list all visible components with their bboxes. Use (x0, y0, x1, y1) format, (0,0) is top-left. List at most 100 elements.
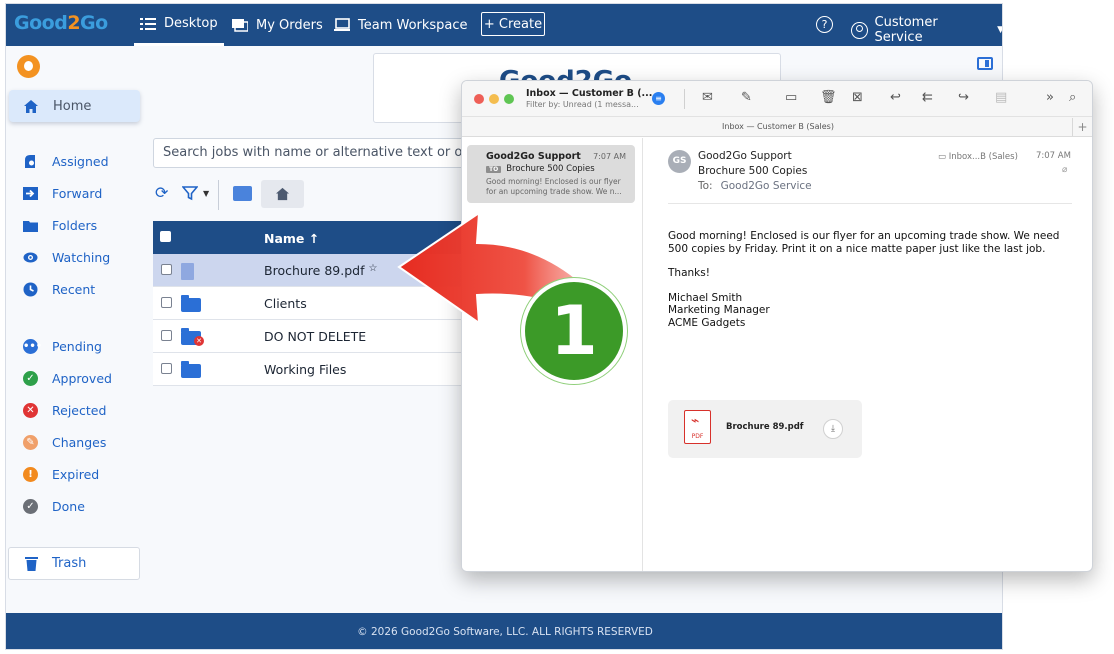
toolbar-divider (218, 180, 219, 210)
pane-title: Inbox — Customer B (Sales) (462, 117, 1092, 137)
trash-icon[interactable]: 🗑 (820, 91, 837, 105)
more-icon[interactable]: » (1046, 91, 1054, 105)
star-icon[interactable]: ☆ (368, 263, 377, 274)
row-checkbox[interactable] (161, 330, 172, 341)
good2go-logo[interactable]: Good2Go (14, 12, 108, 34)
nav-desktop[interactable]: Desktop (134, 4, 224, 46)
list-item-subject: TO Brochure 500 Copies (486, 164, 595, 174)
junk-icon[interactable]: ⊠ (852, 91, 863, 105)
signature-line: Marketing Manager (668, 304, 770, 316)
row-name[interactable]: Brochure 89.pdf ☆ (264, 263, 377, 278)
sidebar-item-watching[interactable]: Watching (23, 248, 110, 266)
nav-team-workspace[interactable]: Team Workspace (334, 4, 468, 46)
chevron-down-icon: ▼ (997, 25, 1002, 35)
sidebar-item-assigned[interactable]: Assigned (23, 152, 109, 170)
minimize-window-button[interactable] (489, 94, 499, 104)
filter-icon[interactable]: ≡ (652, 92, 665, 105)
sidebar-item-rejected[interactable]: ✕ Rejected (23, 401, 106, 419)
select-all-checkbox[interactable] (160, 231, 171, 242)
message-recipient: To: Good2Go Service (698, 180, 812, 192)
sidebar-item-approved[interactable]: ✓ Approved (23, 369, 112, 387)
sidebar-item-pending[interactable]: ••• Pending (23, 337, 102, 355)
new-tab-button[interactable]: + (1072, 118, 1092, 136)
sidebar-item-trash[interactable]: Trash (8, 547, 140, 580)
sidebar-item-label: Rejected (52, 402, 107, 418)
pdf-icon: PDF (684, 410, 711, 444)
message-sender[interactable]: Good2Go Support (698, 150, 792, 162)
search-icon[interactable]: ⌕ (1069, 91, 1076, 105)
chevron-down-icon[interactable]: ▼ (203, 189, 209, 198)
folder-nav-icon[interactable] (233, 186, 252, 201)
create-button[interactable]: + Create (481, 12, 545, 36)
envelope-icon[interactable]: ✉ (702, 91, 713, 105)
sidebar-item-label: Assigned (52, 153, 109, 169)
row-checkbox[interactable] (161, 363, 172, 374)
message-mailbox: ▭ Inbox...B (Sales) (938, 152, 1018, 162)
home-icon (24, 99, 38, 113)
home-icon (275, 187, 290, 201)
sidebar-item-home-label: Home (53, 98, 92, 114)
row-name[interactable]: DO NOT DELETE (264, 329, 366, 344)
refresh-icon[interactable]: ⟳ (155, 185, 171, 201)
sidebar-item-forward[interactable]: Forward (23, 184, 102, 202)
forward-icon[interactable]: ↪ (958, 91, 969, 105)
reply-icon[interactable]: ↩ (890, 91, 901, 105)
attachment-card[interactable]: PDF Brochure 89.pdf ⤓ (668, 400, 862, 458)
row-name[interactable]: Clients (264, 296, 307, 311)
home-folder-button[interactable] (261, 180, 304, 208)
archive-icon[interactable]: ▭ (785, 91, 797, 105)
alert-icon: ! (23, 466, 38, 482)
message-subject: Brochure 500 Copies (698, 165, 808, 177)
sidebar-item-done[interactable]: ✓ Done (23, 497, 85, 515)
message-reader: GS Good2Go Support Brochure 500 Copies T… (644, 138, 1092, 571)
close-window-button[interactable] (474, 94, 484, 104)
forward-icon (23, 186, 38, 200)
sidebar-item-label: Changes (52, 434, 107, 450)
sidebar-item-changes[interactable]: ✎ Changes (23, 433, 106, 451)
mailbox-title: Inbox — Customer B (... (526, 88, 653, 99)
row-checkbox[interactable] (161, 264, 172, 275)
attachment-name: Brochure 89.pdf (726, 422, 804, 432)
workspace-icon (334, 18, 350, 31)
sidebar-item-label: Approved (52, 370, 112, 386)
nav-my-orders-label: My Orders (256, 17, 323, 33)
download-icon[interactable]: ⤓ (823, 419, 843, 439)
folder-icon (181, 361, 201, 378)
top-navigation-bar: Good2Go Desktop My Orders Team Workspace… (6, 4, 1002, 46)
sidebar-item-folders[interactable]: Folders (23, 216, 97, 234)
toolbar-divider (684, 89, 685, 109)
step-number-badge: 1 (521, 278, 627, 384)
panel-toggle-icon[interactable] (977, 57, 993, 70)
reply-all-icon[interactable]: ⇇ (922, 91, 933, 105)
body-paragraph: Thanks! (668, 267, 710, 279)
sender-avatar: GS (668, 150, 691, 173)
user-menu[interactable]: Customer Service ▼ (851, 15, 1002, 45)
help-icon[interactable]: ? (816, 16, 833, 33)
compose-icon[interactable]: ✎ (741, 91, 752, 105)
name-column-header[interactable]: Name ↑ (264, 231, 319, 246)
row-checkbox[interactable] (161, 297, 172, 308)
trash-icon (25, 557, 38, 571)
orders-icon (232, 19, 248, 32)
assigned-icon (25, 154, 35, 168)
header-divider (668, 203, 1072, 204)
body-paragraph: Good morning! Enclosed is our flyer for … (668, 230, 1060, 255)
filter-icon[interactable] (181, 185, 199, 204)
sidebar-item-expired[interactable]: ! Expired (23, 465, 99, 483)
table-row[interactable]: Working Files (153, 353, 483, 386)
user-name: Customer Service (874, 15, 938, 45)
sidebar-item-label: Expired (52, 466, 100, 482)
sidebar-item-label: Recent (52, 281, 96, 297)
zoom-window-button[interactable] (504, 94, 514, 104)
sidebar-item-home[interactable]: Home (9, 90, 140, 122)
nav-my-orders[interactable]: My Orders (232, 4, 323, 46)
list-item-sender: Good2Go Support (486, 151, 581, 162)
sidebar-item-label: Forward (52, 185, 103, 201)
pencil-icon: ✎ (23, 434, 38, 450)
job-search-input[interactable]: Search jobs with name or alternative tex… (153, 138, 483, 168)
move-icon[interactable]: ▤ (995, 91, 1007, 105)
sidebar-item-recent[interactable]: Recent (23, 280, 95, 298)
message-body: Good morning! Enclosed is our flyer for … (668, 230, 1078, 329)
screenshot-stage: Good2Go Desktop My Orders Team Workspace… (0, 0, 1114, 654)
row-name[interactable]: Working Files (264, 362, 346, 377)
